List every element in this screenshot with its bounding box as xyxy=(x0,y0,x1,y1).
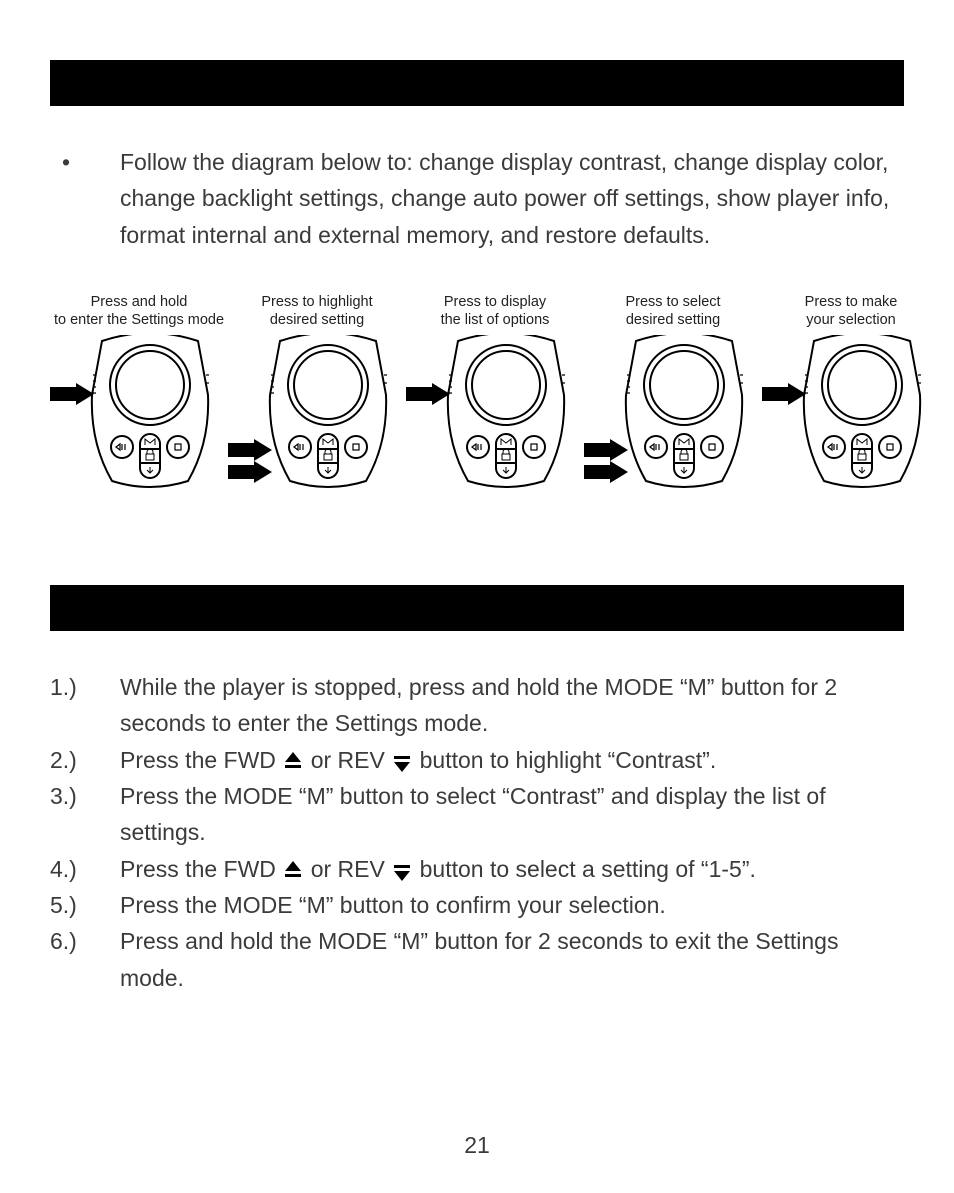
step-text: Press the MODE “M” button to confirm you… xyxy=(120,887,666,923)
step-number: 5.) xyxy=(50,887,120,923)
step-row: 3.)Press the MODE “M” button to select “… xyxy=(50,778,904,851)
diagram-cell: Press to displaythe list of options xyxy=(406,291,584,495)
section-black-bar-2 xyxy=(50,585,904,631)
step-text: Press the FWD or REV button to select a … xyxy=(120,851,756,887)
diagram-caption-line: desired setting xyxy=(261,311,372,329)
diagram-caption-line: Press and hold xyxy=(54,293,224,311)
mp3-player-device xyxy=(228,335,406,495)
step-text: Press the MODE “M” button to select “Con… xyxy=(120,778,904,851)
step-text-part: Press the MODE “M” button to confirm you… xyxy=(120,892,666,918)
diagram-caption: Press to highlightdesired setting xyxy=(261,291,372,329)
section-black-bar-1 xyxy=(50,60,904,106)
step-text-part: or REV xyxy=(304,856,391,882)
diagram-caption-line: the list of options xyxy=(441,311,550,329)
diagram-caption-line: to enter the Settings mode xyxy=(54,311,224,329)
step-number: 4.) xyxy=(50,851,120,887)
step-text-part: Press the FWD xyxy=(120,856,282,882)
diagram-cell: Press to selectdesired setting xyxy=(584,291,762,495)
step-row: 5.)Press the MODE “M” button to confirm … xyxy=(50,887,904,923)
step-text-part: button to highlight “Contrast”. xyxy=(413,747,716,773)
diagram-caption: Press to selectdesired setting xyxy=(625,291,720,329)
intro-bullet: • xyxy=(62,144,120,253)
fwd-up-glyph-icon xyxy=(284,861,302,881)
intro-paragraph: • Follow the diagram below to: change di… xyxy=(50,144,904,253)
diagram-caption-line: Press to display xyxy=(441,293,550,311)
step-text-part: Press the FWD xyxy=(120,747,282,773)
step-text-part: Press and hold the MODE “M” button for 2… xyxy=(120,928,838,990)
diagram-cell: Press to highlightdesired setting xyxy=(228,291,406,495)
diagram-caption: Press and holdto enter the Settings mode xyxy=(54,291,224,329)
step-text-part: Press the MODE “M” button to select “Con… xyxy=(120,783,826,845)
instruction-steps: 1.)While the player is stopped, press an… xyxy=(50,669,904,996)
diagram-caption: Press to makeyour selection xyxy=(805,291,898,329)
step-row: 6.)Press and hold the MODE “M” button fo… xyxy=(50,923,904,996)
rev-down-glyph-icon xyxy=(393,752,411,772)
intro-text: Follow the diagram below to: change disp… xyxy=(120,144,904,253)
step-text-part: button to select a setting of “1-5”. xyxy=(413,856,756,882)
diagram-caption-line: your selection xyxy=(805,311,898,329)
step-text: Press the FWD or REV button to highlight… xyxy=(120,742,716,778)
step-number: 2.) xyxy=(50,742,120,778)
step-text-part: or REV xyxy=(304,747,391,773)
step-row: 4.)Press the FWD or REV button to select… xyxy=(50,851,904,887)
diagram-caption-line: Press to make xyxy=(805,293,898,311)
diagram-caption-line: desired setting xyxy=(625,311,720,329)
mp3-player-device xyxy=(406,335,584,495)
mp3-player-device xyxy=(50,335,228,495)
step-text-part: While the player is stopped, press and h… xyxy=(120,674,837,736)
page-number: 21 xyxy=(0,1132,954,1159)
diagram-row: Press and holdto enter the Settings mode xyxy=(50,291,904,495)
mp3-player-device xyxy=(762,335,940,495)
diagram-caption: Press to displaythe list of options xyxy=(441,291,550,329)
diagram-caption-line: Press to highlight xyxy=(261,293,372,311)
manual-page: • Follow the diagram below to: change di… xyxy=(0,0,954,1193)
step-text: Press and hold the MODE “M” button for 2… xyxy=(120,923,904,996)
step-number: 6.) xyxy=(50,923,120,996)
rev-down-glyph-icon xyxy=(393,861,411,881)
mp3-player-device xyxy=(584,335,762,495)
step-text: While the player is stopped, press and h… xyxy=(120,669,904,742)
diagram-caption-line: Press to select xyxy=(625,293,720,311)
step-row: 1.)While the player is stopped, press an… xyxy=(50,669,904,742)
step-number: 1.) xyxy=(50,669,120,742)
fwd-up-glyph-icon xyxy=(284,752,302,772)
diagram-cell: Press to makeyour selection xyxy=(762,291,940,495)
step-row: 2.)Press the FWD or REV button to highli… xyxy=(50,742,904,778)
step-number: 3.) xyxy=(50,778,120,851)
diagram-cell: Press and holdto enter the Settings mode xyxy=(50,291,228,495)
